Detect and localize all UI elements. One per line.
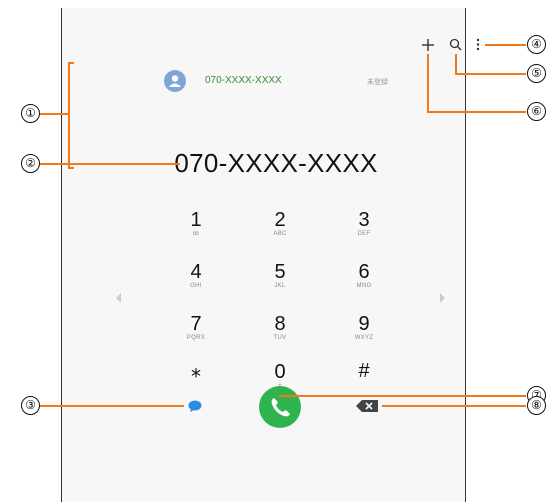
key-4[interactable]: 4 GHI [166, 261, 226, 290]
callout-line-5a [455, 54, 457, 74]
more-vertical-icon[interactable] [475, 38, 481, 51]
callout-line-1 [40, 113, 69, 115]
key-3[interactable]: 3 DEF [334, 209, 394, 238]
key-star[interactable]: ⁎ [166, 360, 226, 382]
right-arrow-icon[interactable] [440, 293, 445, 303]
key-5[interactable]: 5 JKL [250, 261, 310, 290]
callout-line-7b [279, 395, 526, 397]
callout-5: ⑤ [527, 64, 546, 83]
suggested-contact-number[interactable]: 070-XXXX-XXXX [205, 75, 282, 86]
key-8[interactable]: 8 TUV [250, 313, 310, 342]
key-7[interactable]: 7 PQRS [166, 313, 226, 342]
callout-line-3 [40, 405, 184, 407]
callout-line-2 [40, 163, 180, 165]
key-6[interactable]: 6 MNO [334, 261, 394, 290]
message-icon[interactable] [188, 399, 202, 412]
key-2[interactable]: 2 ABC [250, 209, 310, 238]
key-hash[interactable]: # [334, 360, 394, 382]
contact-avatar[interactable] [164, 70, 186, 92]
plus-icon[interactable] [421, 38, 435, 52]
key-1[interactable]: 1ꝏ [166, 209, 226, 238]
callout-1: ① [21, 104, 40, 123]
callout-4: ④ [527, 35, 546, 54]
backspace-icon[interactable] [356, 399, 378, 412]
callout-2: ② [21, 154, 40, 173]
call-button[interactable] [259, 386, 301, 428]
left-arrow-icon[interactable] [116, 293, 121, 303]
callout-line-6b [427, 111, 526, 113]
key-9[interactable]: 9 WXYZ [334, 313, 394, 342]
phone-icon [271, 398, 290, 417]
contact-unregistered-label: 未登録 [367, 79, 388, 86]
callout-8: ⑧ [527, 396, 546, 415]
callout-line-4 [485, 44, 526, 46]
callout-3: ③ [21, 396, 40, 415]
callout-6: ⑥ [527, 102, 546, 121]
callout-line-6a [427, 54, 429, 112]
search-icon[interactable] [449, 38, 462, 51]
callout-line-5b [455, 73, 526, 75]
callout-bracket-1 [68, 62, 74, 169]
callout-line-8 [382, 405, 526, 407]
